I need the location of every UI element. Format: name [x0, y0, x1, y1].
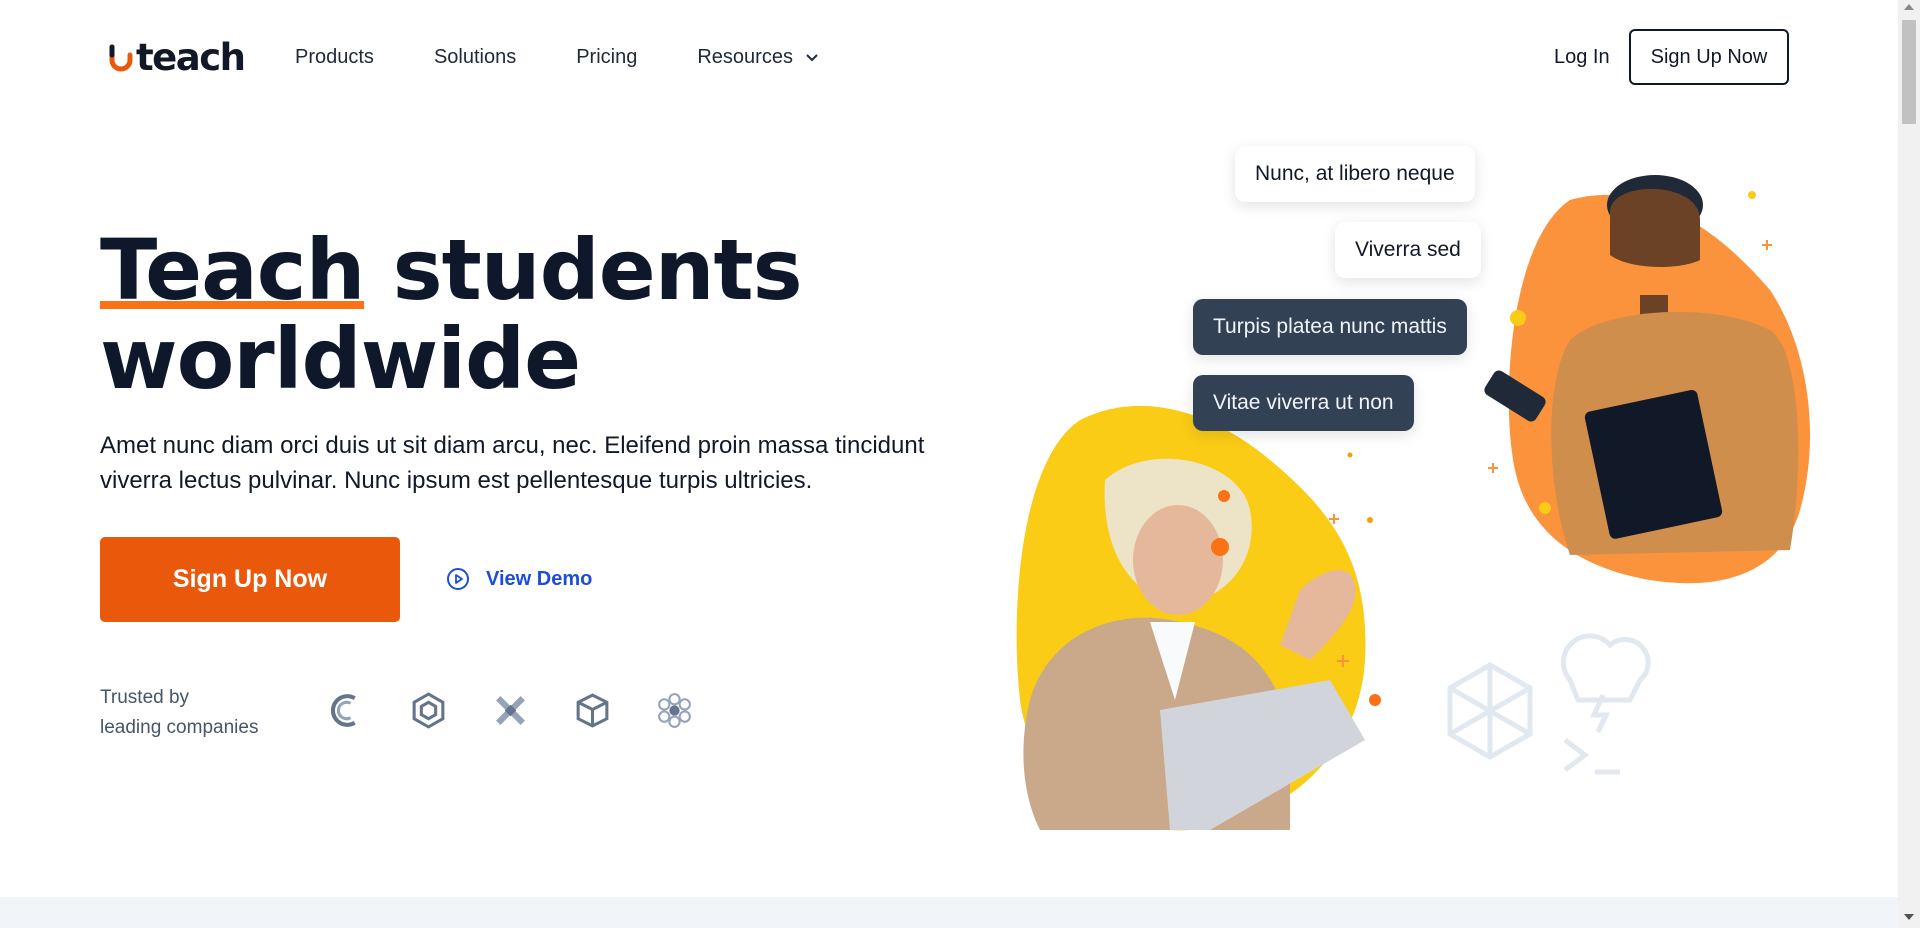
login-link[interactable]: Log In	[1554, 46, 1610, 69]
headline-line2: worldwide	[100, 310, 581, 408]
chat-bubble-4-text: Vitae viverra ut non	[1213, 391, 1394, 414]
nav-products[interactable]: Products	[295, 46, 374, 69]
chat-bubble-1-text: Nunc, at libero neque	[1255, 162, 1455, 185]
company-logo-5-icon	[658, 693, 691, 728]
nav-products-label: Products	[295, 46, 374, 68]
nav-solutions[interactable]: Solutions	[434, 46, 516, 69]
page-scrollbar[interactable]	[1898, 0, 1920, 928]
chevron-down-icon	[806, 53, 818, 61]
top-navigation: teach Products Solutions Pricing Resourc…	[0, 0, 1898, 116]
company-logo-4-icon	[576, 693, 609, 728]
hero-illustration: Nunc, at libero neque Viverra sed Turpis…	[1010, 140, 1810, 840]
nav-links: Products Solutions Pricing Resources	[295, 46, 879, 69]
hero-headline: Teach students worldwide	[100, 221, 803, 404]
scrollbar-thumb[interactable]	[1902, 20, 1916, 124]
logo-text: teach	[136, 36, 246, 79]
chat-bubble-1: Nunc, at libero neque	[1235, 146, 1475, 202]
company-logo-2-icon	[412, 692, 445, 729]
trusted-line2: leading companies	[100, 717, 259, 738]
scroll-down-arrow-icon[interactable]	[1904, 914, 1914, 920]
nav-pricing[interactable]: Pricing	[576, 46, 637, 69]
view-demo-label: View Demo	[486, 567, 593, 590]
chat-bubble-3-text: Turpis platea nunc mattis	[1213, 315, 1447, 338]
chat-bubble-2-text: Viverra sed	[1355, 238, 1461, 261]
logo-u-icon	[109, 44, 133, 71]
nav-resources-dropdown[interactable]: Resources	[697, 46, 819, 69]
next-section-band	[0, 897, 1898, 928]
play-circle-icon	[447, 568, 469, 590]
company-logos	[326, 690, 695, 731]
chat-bubble-2: Viverra sed	[1335, 222, 1481, 278]
trusted-by-label: Trusted by leading companies	[100, 683, 258, 743]
chat-bubble-4: Vitae viverra ut non	[1193, 375, 1414, 431]
company-logo-3-icon	[496, 696, 525, 725]
scroll-up-arrow-icon[interactable]	[1904, 4, 1914, 10]
uteach-logo[interactable]: teach	[108, 36, 246, 79]
headline-rest-line1: students	[364, 221, 803, 319]
headline-highlight-word: Teach	[100, 221, 365, 319]
nav-pricing-label: Pricing	[576, 46, 638, 68]
nav-solutions-label: Solutions	[433, 46, 517, 68]
company-logo-1-icon	[330, 694, 356, 727]
chat-bubble-3: Turpis platea nunc mattis	[1193, 299, 1467, 355]
trusted-line1: Trusted by	[100, 687, 190, 708]
hero-subtext: Amet nunc diam orci duis ut sit diam arc…	[100, 432, 925, 494]
hero-signup-button[interactable]: Sign Up Now	[100, 537, 400, 622]
view-demo-link[interactable]: View Demo	[446, 567, 592, 591]
nav-resources-label: Resources	[697, 46, 793, 68]
nav-signup-button[interactable]: Sign Up Now	[1629, 29, 1789, 85]
